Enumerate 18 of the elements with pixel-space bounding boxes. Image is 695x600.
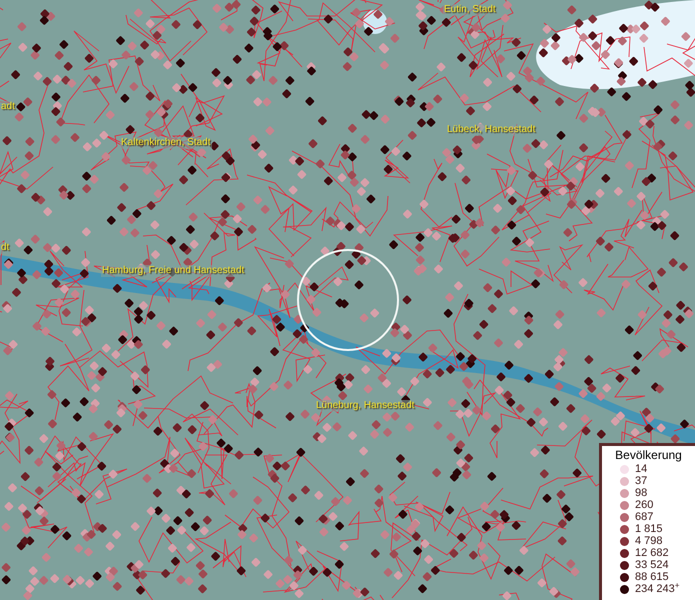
place-label: dt — [0, 242, 10, 254]
legend-value: 1 815 — [635, 523, 663, 535]
legend-title: Bevölkerung — [614, 448, 683, 463]
legend-value: 12 682 — [635, 547, 669, 559]
legend-value: 33 524 — [635, 559, 669, 571]
place-label: Kaltenkirchen, Stadt — [120, 137, 212, 149]
place-label: Hamburg, Freie und Hansestadt — [101, 265, 246, 277]
legend-value: 37 — [635, 475, 648, 487]
legend-value: 98 — [635, 487, 648, 499]
place-label: Eutin, Stadt — [443, 4, 497, 16]
legend-value: 260 — [635, 499, 654, 511]
place-label: Lübeck, Hansestadt — [446, 124, 536, 136]
place-label: Lüneburg, Hansestadt — [315, 400, 416, 412]
legend-value: 14 — [635, 463, 648, 475]
legend-value: 4 798 — [635, 535, 663, 547]
legend-value: 88 615 — [635, 571, 669, 583]
legend-value: 687 — [635, 511, 654, 523]
legend-value: 234 243$^{+}$ — [635, 583, 680, 595]
